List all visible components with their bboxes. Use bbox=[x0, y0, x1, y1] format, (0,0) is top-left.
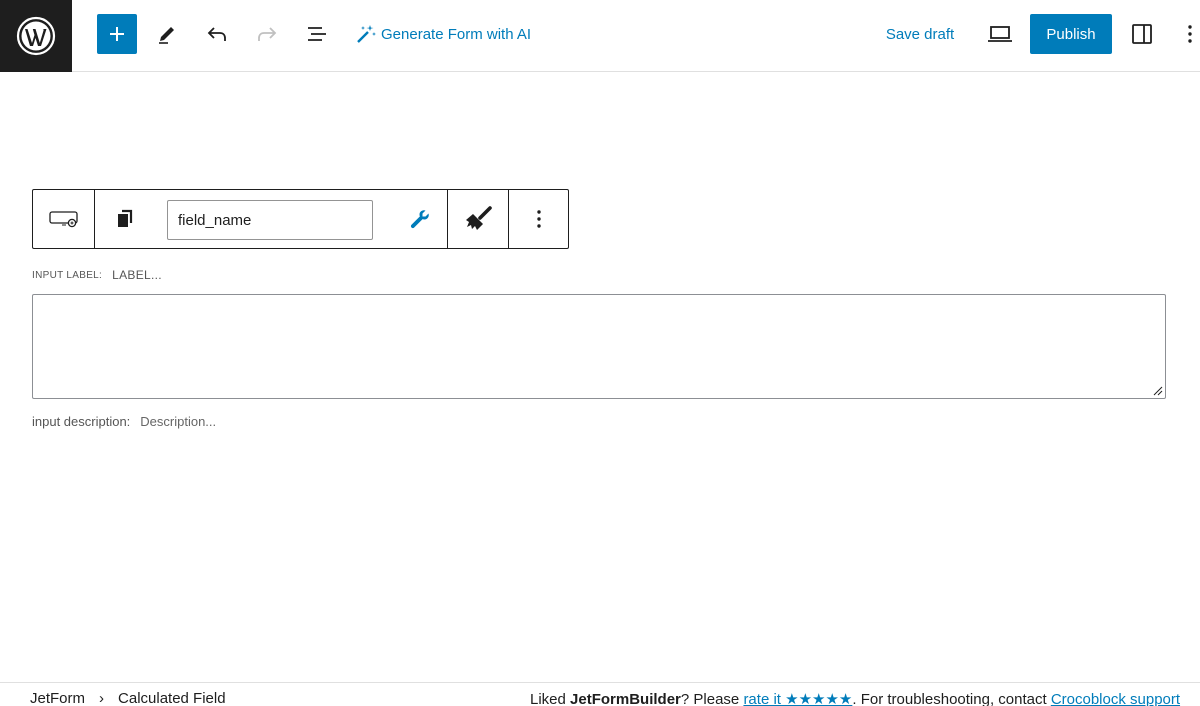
breadcrumb-item-calculated-field[interactable]: Calculated Field bbox=[118, 690, 226, 706]
breadcrumb: JetForm › Calculated Field bbox=[30, 690, 226, 706]
field-name-input[interactable] bbox=[167, 200, 373, 240]
input-description-field[interactable]: Description... bbox=[140, 414, 216, 429]
copy-block-button[interactable] bbox=[95, 190, 155, 248]
input-label-key: INPUT LABEL: bbox=[32, 269, 103, 281]
input-label-field[interactable]: LABEL... bbox=[112, 268, 162, 282]
calculated-field-icon bbox=[48, 211, 78, 228]
magic-wand-icon bbox=[357, 25, 376, 43]
footer-note: Liked JetFormBuilder? Please rate it ★★★… bbox=[530, 690, 1200, 706]
vertical-ellipsis-icon bbox=[1188, 25, 1192, 43]
document-overview-button[interactable] bbox=[297, 14, 337, 54]
wordpress-icon bbox=[16, 16, 56, 56]
input-description-key: input description: bbox=[32, 414, 131, 429]
vertical-ellipsis-icon bbox=[537, 210, 541, 228]
wordpress-logo-button[interactable] bbox=[0, 0, 72, 72]
block-toolbar bbox=[32, 189, 569, 249]
save-draft-button[interactable]: Save draft bbox=[876, 14, 964, 54]
editor-footer: JetForm › Calculated Field Liked JetForm… bbox=[0, 682, 1200, 706]
rate-it-link[interactable]: rate it ★★★★★ bbox=[743, 691, 852, 706]
input-description-row: input description: Description... bbox=[32, 414, 216, 429]
breadcrumb-item-jetform[interactable]: JetForm bbox=[30, 690, 85, 706]
footer-note-middle: ? Please bbox=[680, 691, 744, 706]
block-options-button[interactable] bbox=[509, 190, 569, 248]
crocoblock-support-link[interactable]: Crocoblock support bbox=[1051, 691, 1180, 706]
paint-brush-icon bbox=[465, 206, 492, 230]
block-type-button[interactable] bbox=[33, 190, 94, 248]
footer-note-suffix: . For troubleshooting, contact bbox=[852, 691, 1051, 706]
chevron-right-icon: › bbox=[99, 690, 105, 706]
undo-icon bbox=[207, 27, 226, 41]
style-button[interactable] bbox=[447, 190, 508, 248]
tools-button[interactable] bbox=[147, 14, 187, 54]
generate-form-ai-label: Generate Form with AI bbox=[381, 25, 532, 43]
resize-grip-icon[interactable] bbox=[1153, 386, 1163, 396]
list-view-icon bbox=[308, 27, 326, 41]
copy-icon bbox=[118, 209, 133, 227]
sidebar-toggle-icon bbox=[1132, 24, 1152, 44]
plus-icon bbox=[110, 27, 124, 41]
wrench-icon bbox=[410, 210, 429, 229]
generate-form-ai-button[interactable]: Generate Form with AI bbox=[355, 14, 555, 54]
editor-header: Generate Form with AI Save draft Publish bbox=[0, 0, 1200, 72]
settings-sidebar-button[interactable] bbox=[1122, 14, 1162, 54]
laptop-icon bbox=[988, 26, 1012, 42]
publish-button[interactable]: Publish bbox=[1030, 14, 1112, 54]
field-settings-button[interactable] bbox=[393, 190, 447, 248]
input-label-row: INPUT LABEL: LABEL... bbox=[32, 268, 162, 282]
add-block-button[interactable] bbox=[97, 14, 137, 54]
footer-note-prefix: Liked bbox=[530, 691, 571, 706]
options-button[interactable] bbox=[1178, 14, 1200, 54]
preview-button[interactable] bbox=[980, 14, 1020, 54]
redo-button[interactable] bbox=[247, 14, 287, 54]
pencil-icon bbox=[159, 27, 174, 44]
calculated-field-textarea[interactable] bbox=[32, 294, 1166, 399]
redo-icon bbox=[258, 27, 277, 41]
footer-note-brand: JetFormBuilder bbox=[570, 691, 681, 706]
undo-button[interactable] bbox=[197, 14, 237, 54]
